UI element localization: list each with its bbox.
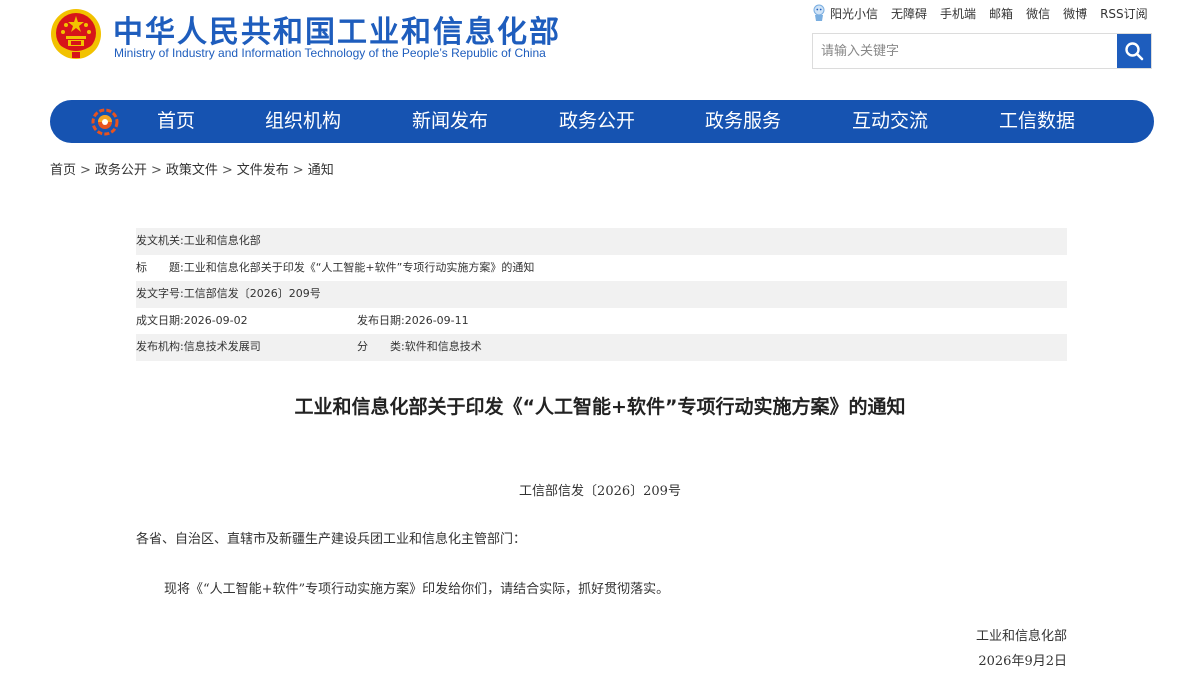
breadcrumb-home[interactable]: 首页 <box>50 163 76 178</box>
search-button[interactable] <box>1117 34 1151 68</box>
site-title-en[interactable]: Ministry of Industry and Information Tec… <box>114 46 546 60</box>
info-created-label: 成文日期: <box>136 313 184 327</box>
info-created-value: 2026-09-02 <box>183 313 248 327</box>
info-category-label: 分 类: <box>357 340 405 353</box>
document-info-table: 发文机关:工业和信息化部 标 题:工业和信息化部关于印发《“人工智能+软件”专项… <box>136 228 1067 361</box>
signature-date: 2026年9月2日 <box>978 654 1067 669</box>
article-salutation: 各省、自治区、直辖市及新疆生产建设兵团工业和信息化主管部门： <box>136 532 527 547</box>
info-org-value: 信息技术发展司 <box>183 340 261 353</box>
info-row-org-category: 发布机构:信息技术发展司 分 类:软件和信息技术 <box>136 334 1067 361</box>
miit-logo-icon[interactable] <box>90 107 120 137</box>
info-issuer-value: 工业和信息化部 <box>183 234 261 247</box>
info-title-label: 标 题: <box>136 260 184 274</box>
breadcrumb-separator: > <box>80 163 91 178</box>
signature-org: 工业和信息化部 <box>975 629 1067 644</box>
top-link-sunshine[interactable]: 阳光小信 <box>830 5 878 22</box>
article-doc-number: 工信部信发〔2026〕209号 <box>519 484 681 499</box>
info-org-label: 发布机构: <box>136 340 184 353</box>
nav-item-organization[interactable]: 组织机构 <box>265 100 341 143</box>
search-box <box>812 33 1152 69</box>
info-issuer-label: 发文机关: <box>136 234 184 247</box>
top-link-email[interactable]: 邮箱 <box>989 5 1013 22</box>
info-row-issuer: 发文机关:工业和信息化部 <box>136 228 1067 255</box>
top-link-weibo[interactable]: 微博 <box>1063 5 1087 22</box>
article-title: 工业和信息化部关于印发《“人工智能+软件”专项行动实施方案》的通知 <box>294 396 906 418</box>
nav-item-news[interactable]: 新闻发布 <box>412 100 488 143</box>
top-link-rss[interactable]: RSS订阅 <box>1100 5 1148 22</box>
article-signature: 工业和信息化部 2026年9月2日 <box>976 628 1067 678</box>
breadcrumb-document-release[interactable]: 文件发布 <box>237 163 289 178</box>
nav-item-home[interactable]: 首页 <box>157 100 195 143</box>
top-link-accessibility[interactable]: 无障碍 <box>891 5 927 22</box>
breadcrumb-policy-documents[interactable]: 政策文件 <box>166 163 218 178</box>
info-doc-number-value: 工信部信发〔2026〕209号 <box>183 287 321 300</box>
nav-item-data[interactable]: 工信数据 <box>999 100 1075 143</box>
top-links: 阳光小信 无障碍 手机端 邮箱 微信 微博 RSS订阅 <box>812 4 1148 22</box>
breadcrumb-government-affairs[interactable]: 政务公开 <box>95 163 147 178</box>
nav-item-services[interactable]: 政务服务 <box>705 100 781 143</box>
top-link-wechat[interactable]: 微信 <box>1026 5 1050 22</box>
breadcrumb-notice[interactable]: 通知 <box>308 163 334 178</box>
nav-item-interaction[interactable]: 互动交流 <box>852 100 928 143</box>
info-row-title: 标 题:工业和信息化部关于印发《“人工智能+软件”专项行动实施方案》的通知 <box>136 255 1067 282</box>
article-body: 现将《“人工智能+软件”专项行动实施方案》印发给你们，请结合实际，抓好贯彻落实。 <box>164 582 670 597</box>
nav-item-government-affairs[interactable]: 政务公开 <box>559 100 635 143</box>
breadcrumb-separator: > <box>150 163 162 178</box>
info-published-value: 2026-09-11 <box>404 313 469 327</box>
top-link-mobile[interactable]: 手机端 <box>940 5 976 22</box>
info-row-doc-number: 发文字号:工信部信发〔2026〕209号 <box>136 281 1067 308</box>
info-row-dates: 成文日期:2026-09-02 发布日期:2026-09-11 <box>136 308 1067 335</box>
info-doc-number-label: 发文字号: <box>136 287 184 300</box>
main-nav: 首页 组织机构 新闻发布 政务公开 政务服务 互动交流 工信数据 <box>50 100 1154 143</box>
national-emblem-icon[interactable] <box>50 8 102 60</box>
info-published-label: 发布日期: <box>357 313 405 327</box>
breadcrumb-separator: > <box>221 163 233 178</box>
info-title-value: 工业和信息化部关于印发《“人工智能+软件”专项行动实施方案》的通知 <box>183 260 535 274</box>
site-title-cn[interactable]: 中华人民共和国工业和信息化部 <box>113 7 561 51</box>
page: 中华人民共和国工业和信息化部 Ministry of Industry and … <box>0 0 1200 685</box>
breadcrumb: 首页 > 政务公开 > 政策文件 > 文件发布 > 通知 <box>50 159 334 178</box>
search-input[interactable] <box>813 34 1113 68</box>
breadcrumb-separator: > <box>292 163 304 178</box>
mascot-icon <box>813 4 825 21</box>
info-category-value: 软件和信息技术 <box>404 340 482 353</box>
search-icon <box>1125 42 1144 61</box>
